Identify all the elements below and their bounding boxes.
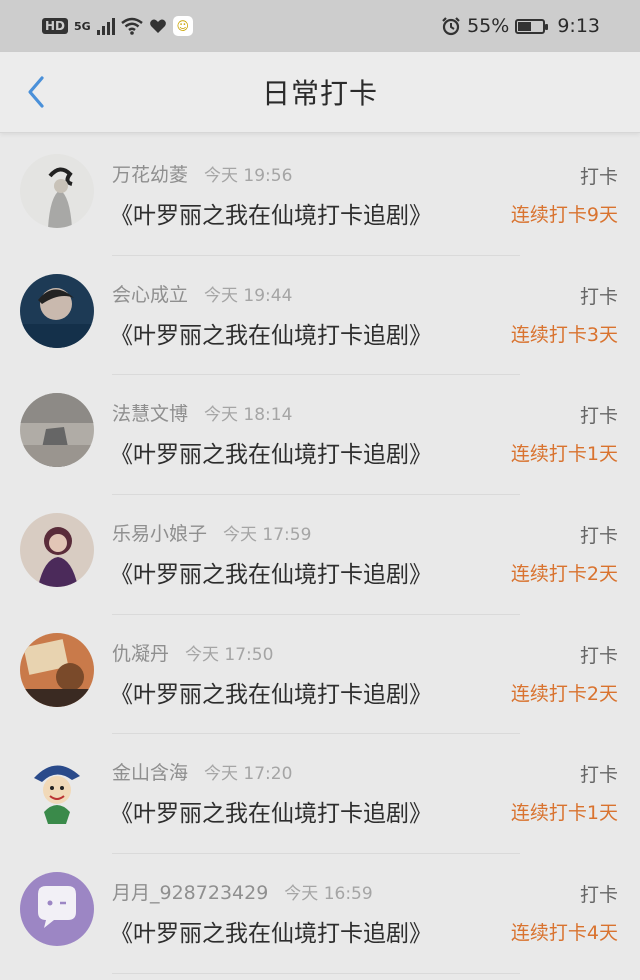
timestamp: 今天 17:50 bbox=[185, 644, 274, 665]
battery-percent: 55% bbox=[467, 15, 510, 37]
battery-icon bbox=[515, 18, 549, 34]
timestamp: 今天 19:56 bbox=[204, 166, 293, 186]
wifi-icon bbox=[120, 17, 143, 35]
checkin-label: 打卡 bbox=[579, 405, 618, 428]
entry-meta: 月月_928723429 今天 16:59 bbox=[112, 878, 373, 905]
list-item[interactable]: 仇凝丹 今天 17:50 《叶罗丽之我在仙境打卡追剧》 打卡 连续打卡2天 bbox=[0, 615, 640, 735]
entry-meta: 会心成立 今天 19:44 bbox=[112, 280, 292, 307]
checkin-label: 打卡 bbox=[579, 644, 618, 667]
username[interactable]: 乐易小娘子 bbox=[112, 523, 207, 545]
avatar[interactable] bbox=[20, 752, 94, 827]
chevron-left-icon[interactable] bbox=[22, 74, 52, 110]
streak-count: 连续打卡4天 bbox=[510, 922, 618, 945]
streak-count: 连续打卡3天 bbox=[510, 323, 618, 346]
book-title[interactable]: 《叶罗丽之我在仙境打卡追剧》 bbox=[110, 794, 432, 828]
status-bar: HD 5G ☺ 55% 9:13 bbox=[0, 0, 640, 52]
divider bbox=[112, 972, 520, 974]
book-title[interactable]: 《叶罗丽之我在仙境打卡追剧》 bbox=[110, 435, 432, 469]
checkin-label: 打卡 bbox=[579, 884, 618, 907]
username[interactable]: 仇凝丹 bbox=[112, 643, 169, 665]
list-item[interactable]: 会心成立 今天 19:44 《叶罗丽之我在仙境打卡追剧》 打卡 连续打卡3天 bbox=[0, 256, 640, 376]
streak-count: 连续打卡2天 bbox=[510, 682, 618, 705]
book-title[interactable]: 《叶罗丽之我在仙境打卡追剧》 bbox=[110, 196, 432, 230]
book-title[interactable]: 《叶罗丽之我在仙境打卡追剧》 bbox=[110, 675, 432, 709]
avatar[interactable] bbox=[20, 872, 94, 947]
app-notification-icon: ☺ bbox=[172, 16, 193, 36]
timestamp: 今天 17:59 bbox=[223, 525, 312, 546]
timestamp: 今天 16:59 bbox=[284, 884, 373, 905]
entry-meta: 法慧文博 今天 18:14 bbox=[112, 399, 292, 426]
alarm-icon bbox=[442, 17, 460, 36]
header: 日常打卡 bbox=[0, 52, 640, 133]
streak-count: 连续打卡9天 bbox=[510, 204, 618, 226]
timestamp: 今天 17:20 bbox=[204, 764, 293, 785]
status-right: 55% 9:13 bbox=[441, 15, 600, 37]
page-title: 日常打卡 bbox=[261, 77, 378, 110]
list-item[interactable]: 金山含海 今天 17:20 《叶罗丽之我在仙境打卡追剧》 打卡 连续打卡1天 bbox=[0, 734, 640, 855]
battery-level bbox=[518, 21, 532, 31]
heart-icon bbox=[149, 19, 166, 33]
username[interactable]: 月月_928723429 bbox=[112, 882, 268, 904]
clock: 9:13 bbox=[557, 15, 600, 37]
entry-meta: 仇凝丹 今天 17:50 bbox=[112, 639, 273, 666]
timestamp: 今天 18:14 bbox=[204, 405, 293, 426]
avatar[interactable] bbox=[20, 273, 94, 348]
network-type: 5G bbox=[74, 19, 91, 33]
hd-badge: HD bbox=[42, 18, 69, 34]
book-title[interactable]: 《叶罗丽之我在仙境打卡追剧》 bbox=[110, 316, 432, 350]
checkin-label: 打卡 bbox=[579, 166, 618, 188]
list-item[interactable]: 法慧文博 今天 18:14 《叶罗丽之我在仙境打卡追剧》 打卡 连续打卡1天 bbox=[0, 375, 640, 496]
entry-meta: 乐易小娘子 今天 17:59 bbox=[112, 519, 311, 546]
checkin-label: 打卡 bbox=[579, 285, 618, 308]
streak-count: 连续打卡2天 bbox=[510, 563, 618, 586]
entry-meta: 金山含海 今天 17:20 bbox=[112, 758, 292, 785]
timestamp: 今天 19:44 bbox=[204, 285, 293, 306]
username[interactable]: 金山含海 bbox=[112, 762, 188, 784]
avatar[interactable] bbox=[20, 513, 94, 588]
checkin-label: 打卡 bbox=[579, 764, 618, 787]
checkin-list: 万花幼菱 今天 19:56 《叶罗丽之我在仙境打卡追剧》 打卡 连续打卡9天 会心… bbox=[0, 136, 640, 974]
status-left: HD 5G ☺ bbox=[42, 16, 193, 36]
username[interactable]: 万花幼菱 bbox=[112, 164, 188, 186]
username[interactable]: 会心成立 bbox=[112, 284, 188, 306]
list-item[interactable]: 乐易小娘子 今天 17:59 《叶罗丽之我在仙境打卡追剧》 打卡 连续打卡2天 bbox=[0, 495, 640, 615]
avatar[interactable] bbox=[20, 393, 94, 468]
streak-count: 连续打卡1天 bbox=[510, 802, 618, 825]
avatar[interactable] bbox=[20, 632, 94, 707]
book-title[interactable]: 《叶罗丽之我在仙境打卡追剧》 bbox=[110, 555, 432, 589]
streak-count: 连续打卡1天 bbox=[510, 443, 618, 466]
checkin-label: 打卡 bbox=[579, 525, 618, 548]
signal-icon bbox=[96, 17, 115, 35]
entry-meta: 万花幼菱 今天 19:56 bbox=[112, 160, 292, 187]
list-item[interactable]: 万花幼菱 今天 19:56 《叶罗丽之我在仙境打卡追剧》 打卡 连续打卡9天 bbox=[0, 136, 640, 256]
list-item[interactable]: 月月_928723429 今天 16:59 《叶罗丽之我在仙境打卡追剧》 打卡 连… bbox=[0, 854, 640, 974]
avatar[interactable] bbox=[20, 154, 94, 228]
book-title[interactable]: 《叶罗丽之我在仙境打卡追剧》 bbox=[110, 914, 432, 948]
username[interactable]: 法慧文博 bbox=[112, 403, 188, 425]
